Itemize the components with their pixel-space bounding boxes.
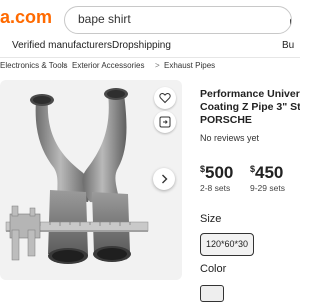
search-bar[interactable] bbox=[64, 6, 292, 34]
currency-symbol: $ bbox=[250, 164, 256, 174]
nav-item-dropshipping[interactable]: Dropshipping bbox=[112, 40, 171, 51]
currency-symbol: $ bbox=[200, 164, 206, 174]
share-icon bbox=[159, 116, 171, 128]
header-divider bbox=[0, 57, 300, 58]
chevron-right-icon bbox=[162, 174, 168, 184]
breadcrumb-item-electronics[interactable]: Electronics & Tools bbox=[0, 61, 67, 70]
nav-item-verified-manufacturers[interactable]: Verified manufacturers bbox=[12, 40, 112, 51]
product-title-line: Performance Univers bbox=[200, 88, 300, 100]
header: a.com bbox=[0, 0, 300, 40]
price-tier-1: $500 bbox=[200, 163, 233, 183]
next-image-button[interactable] bbox=[153, 168, 175, 190]
breadcrumb-item-exterior-accessories[interactable]: Exterior Accessories bbox=[72, 61, 144, 70]
site-logo[interactable]: a.com bbox=[0, 7, 52, 28]
reviews-text[interactable]: No reviews yet bbox=[200, 133, 259, 143]
product-title-line: Coating Z Pipe 3" Sta bbox=[200, 101, 300, 113]
size-option[interactable]: 120*60*30 bbox=[200, 233, 254, 256]
breadcrumb-separator: > bbox=[155, 61, 160, 70]
price-tier-2: $450 bbox=[250, 163, 283, 183]
breadcrumb: Electronics & Tools > Exterior Accessori… bbox=[0, 61, 300, 73]
breadcrumb-item-exhaust-pipes[interactable]: Exhaust Pipes bbox=[164, 61, 215, 70]
size-label: Size bbox=[200, 213, 222, 225]
share-button[interactable] bbox=[154, 111, 176, 133]
price-range-label: 9-29 sets bbox=[250, 183, 285, 193]
price-range-label: 2-8 sets bbox=[200, 183, 231, 193]
nav-item-buyer[interactable]: Bu bbox=[282, 40, 294, 51]
color-label: Color bbox=[200, 263, 227, 275]
heart-icon bbox=[159, 93, 171, 104]
price-amount: 450 bbox=[255, 163, 284, 182]
product-title: Performance Univers Coating Z Pipe 3" St… bbox=[200, 88, 300, 127]
camera-icon[interactable] bbox=[290, 17, 292, 28]
search-input[interactable] bbox=[78, 7, 258, 31]
breadcrumb-separator: > bbox=[62, 61, 67, 70]
color-option[interactable] bbox=[200, 285, 224, 302]
price-amount: 500 bbox=[205, 163, 234, 182]
favorite-button[interactable] bbox=[154, 87, 176, 109]
top-nav: Verified manufacturers Dropshipping Bu bbox=[0, 38, 300, 54]
product-title-line: PORSCHE bbox=[200, 114, 252, 126]
